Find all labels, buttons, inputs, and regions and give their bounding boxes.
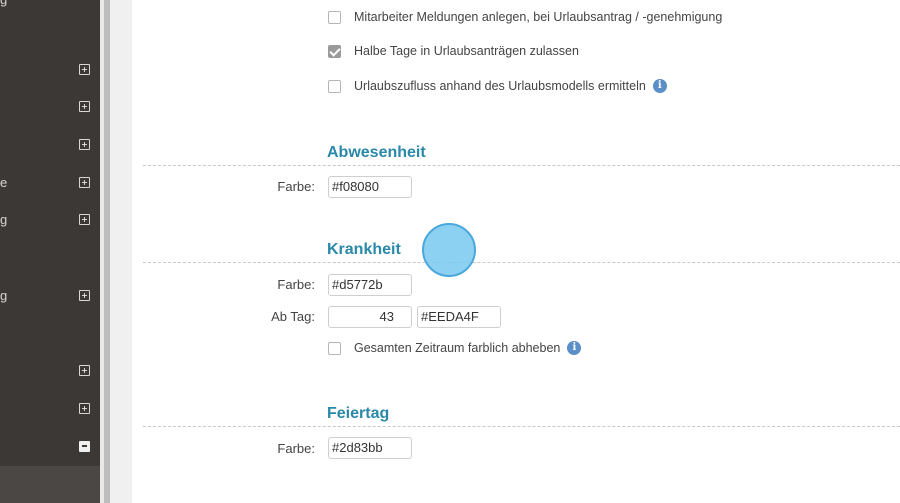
- info-icon[interactable]: i: [652, 79, 667, 93]
- sidebar-active-item[interactable]: [0, 466, 100, 503]
- krankheit-ab-tag-label: Ab Tag:: [271, 309, 315, 324]
- section-title-feiertag: Feiertag: [327, 405, 390, 422]
- gesamten-zeitraum-checkbox[interactable]: [328, 341, 341, 355]
- sidebar-item-6[interactable]: g: [0, 212, 100, 232]
- urlaubszufluss-label: Urlaubszufluss anhand des Urlaubsmodells…: [354, 79, 646, 93]
- sidebar-item-5[interactable]: e: [0, 175, 100, 195]
- option-gesamten-zeitraum[interactable]: Gesamten Zeitraum farblich abheben i: [328, 338, 582, 358]
- sidebar-item-9[interactable]: [0, 401, 100, 421]
- sidebar-item-3[interactable]: [0, 99, 100, 119]
- section-divider: [143, 262, 900, 263]
- sidebar-item-10[interactable]: [0, 439, 100, 459]
- sidebar-item-1[interactable]: g: [0, 0, 100, 12]
- expand-icon[interactable]: [79, 64, 90, 75]
- expand-icon[interactable]: [79, 101, 90, 112]
- sidebar-item-4[interactable]: [0, 137, 100, 157]
- sidebar-item-7[interactable]: g: [0, 288, 100, 308]
- option-mitarbeiter-meldungen[interactable]: Mitarbeiter Meldungen anlegen, bei Urlau…: [328, 7, 722, 27]
- gesamten-zeitraum-label: Gesamten Zeitraum farblich abheben: [354, 341, 561, 355]
- feiertag-farbe-input[interactable]: #2d83bb: [328, 437, 412, 459]
- section-title-krankheit: Krankheit: [327, 241, 401, 258]
- sidebar-item-label: g: [0, 212, 8, 227]
- info-icon[interactable]: i: [567, 341, 582, 355]
- section-divider: [143, 426, 900, 427]
- krankheit-farbe-label: Farbe:: [277, 277, 315, 292]
- expand-icon[interactable]: [79, 403, 90, 414]
- mitarbeiter-meldungen-label: Mitarbeiter Meldungen anlegen, bei Urlau…: [354, 10, 723, 24]
- krankheit-ab-tag-input[interactable]: 43: [328, 306, 412, 328]
- sidebar-item-label: e: [0, 175, 8, 190]
- urlaubszufluss-checkbox[interactable]: [328, 79, 341, 93]
- expand-icon[interactable]: [79, 177, 90, 188]
- section-divider: [143, 165, 900, 166]
- halbe-tage-checkbox[interactable]: [328, 44, 341, 58]
- section-title-abwesenheit: Abwesenheit: [327, 144, 426, 161]
- option-halbe-tage[interactable]: Halbe Tage in Urlaubsanträgen zulassen: [328, 41, 579, 61]
- collapse-icon[interactable]: [79, 441, 90, 452]
- expand-icon[interactable]: [79, 290, 90, 301]
- expand-icon[interactable]: [79, 365, 90, 376]
- expand-icon[interactable]: [79, 139, 90, 150]
- mitarbeiter-meldungen-checkbox[interactable]: [328, 10, 341, 24]
- abwesenheit-farbe-input[interactable]: #f08080: [328, 176, 412, 198]
- feiertag-farbe-label: Farbe:: [277, 441, 315, 456]
- sidebar: g e g g: [0, 0, 100, 503]
- krankheit-ab-tag-color-input[interactable]: #EEDA4F: [417, 306, 501, 328]
- sidebar-item-2[interactable]: [0, 62, 100, 82]
- expand-icon[interactable]: [79, 214, 90, 225]
- sidebar-item-label: g: [0, 0, 7, 8]
- content-margin: [110, 0, 132, 503]
- krankheit-farbe-input[interactable]: #d5772b: [328, 274, 412, 296]
- halbe-tage-label: Halbe Tage in Urlaubsanträgen zulassen: [354, 44, 579, 58]
- cursor-highlight: [422, 223, 476, 277]
- sidebar-item-label: g: [0, 288, 8, 303]
- option-urlaubszufluss[interactable]: Urlaubszufluss anhand des Urlaubsmodells…: [328, 76, 667, 96]
- sidebar-item-8[interactable]: [0, 363, 100, 383]
- abwesenheit-farbe-label: Farbe:: [277, 179, 315, 194]
